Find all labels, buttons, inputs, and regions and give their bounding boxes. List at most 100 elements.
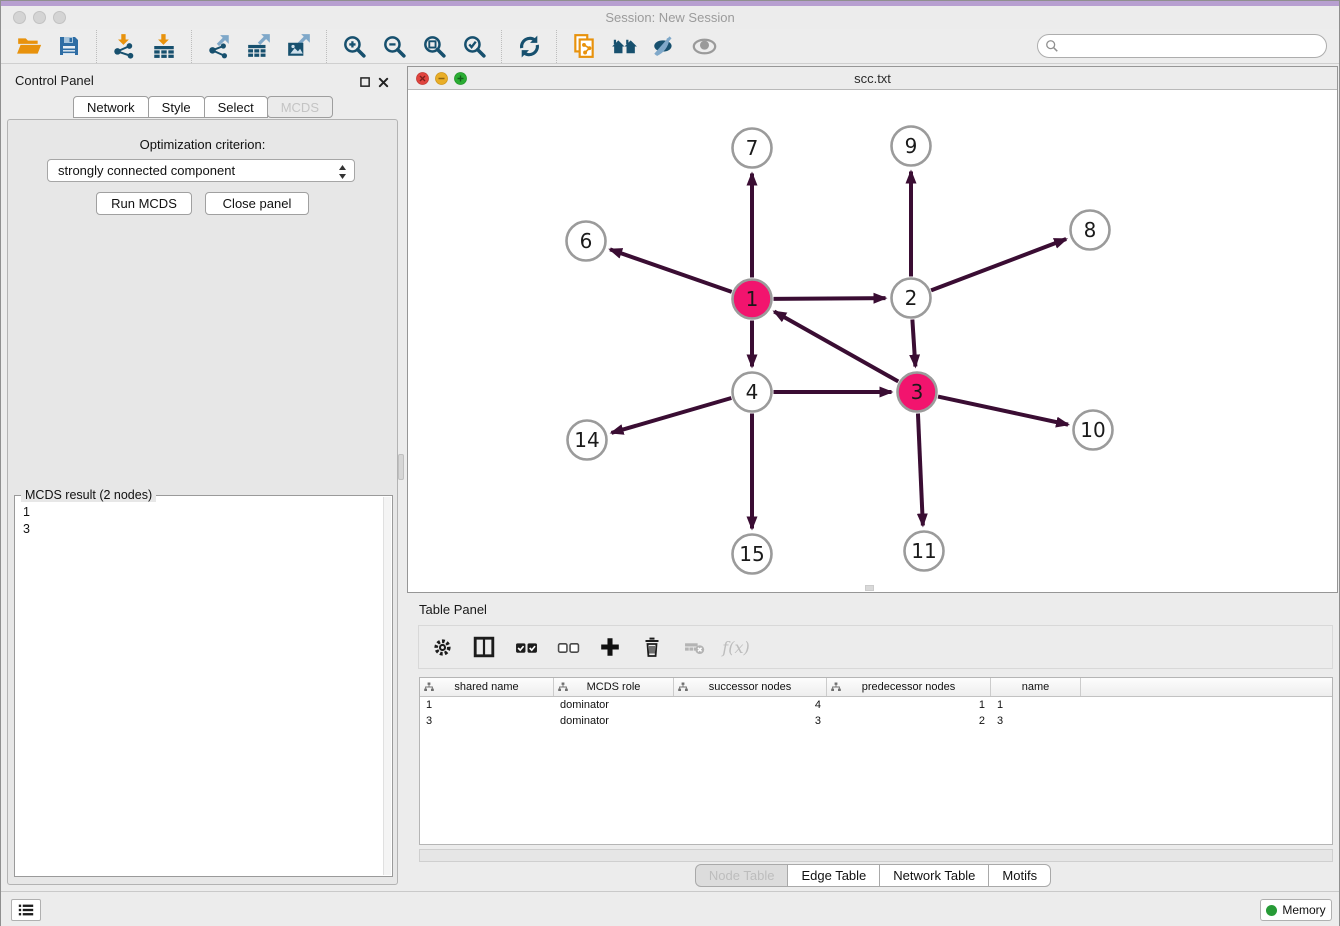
birds-eye-view-icon[interactable] xyxy=(684,31,724,61)
tab-style[interactable]: Style xyxy=(148,96,205,118)
table-cell[interactable]: 3 xyxy=(420,713,554,729)
search-input[interactable] xyxy=(1037,34,1327,58)
canvas-scrollbar-thumb[interactable] xyxy=(865,585,874,591)
graph-edge-4-14[interactable] xyxy=(611,398,731,433)
open-session-icon[interactable] xyxy=(9,31,49,61)
mcds-result-item: 1 xyxy=(23,504,376,521)
tab-mcds[interactable]: MCDS xyxy=(267,96,333,118)
table-hscrollbar[interactable] xyxy=(419,849,1333,862)
float-panel-icon[interactable] xyxy=(360,75,371,93)
zoom-fit-icon[interactable] xyxy=(414,31,454,61)
optimization-criterion-dropdown[interactable]: strongly connected component xyxy=(47,159,355,182)
deselect-all-checks-icon[interactable] xyxy=(555,634,581,660)
table-cell[interactable]: 3 xyxy=(991,713,1081,729)
graph-node-3[interactable]: 3 xyxy=(898,373,937,412)
function-builder-icon[interactable]: f(x) xyxy=(723,634,749,660)
hide-graphics-details-icon[interactable] xyxy=(644,31,684,61)
mcds-result-scrollbar[interactable] xyxy=(383,497,391,875)
select-all-checks-icon[interactable] xyxy=(513,634,539,660)
graph-edge-2-8[interactable] xyxy=(931,239,1066,290)
delete-row-icon[interactable] xyxy=(639,634,665,660)
table-row[interactable]: 1dominator411 xyxy=(420,697,1332,713)
column-sort-icon[interactable] xyxy=(678,682,688,695)
graph-node-1[interactable]: 1 xyxy=(733,280,772,319)
graph-edge-3-10[interactable] xyxy=(938,397,1068,425)
graph-node-2[interactable]: 2 xyxy=(892,279,931,318)
tab-select[interactable]: Select xyxy=(204,96,268,118)
show-columns-icon[interactable] xyxy=(471,634,497,660)
column-sort-icon[interactable] xyxy=(558,682,568,695)
network-overview-icon[interactable] xyxy=(604,31,644,61)
graph-edge-3-1[interactable] xyxy=(774,312,898,382)
refresh-layout-icon[interactable] xyxy=(509,31,549,61)
import-table-icon[interactable] xyxy=(144,31,184,61)
export-table-icon[interactable] xyxy=(239,31,279,61)
column-header-predecessor-nodes[interactable]: predecessor nodes xyxy=(827,678,991,696)
export-network-icon[interactable] xyxy=(199,31,239,61)
graph-edge-1-6[interactable] xyxy=(610,249,732,291)
graph-edge-3-11[interactable] xyxy=(918,413,923,525)
export-image-icon[interactable] xyxy=(279,31,319,61)
column-sort-icon[interactable] xyxy=(424,682,434,695)
column-header-successor-nodes[interactable]: successor nodes xyxy=(674,678,827,696)
network-graph: 7 9 6 8 1 2 4 3 14 10 15 11 xyxy=(408,90,1337,592)
tab-motifs[interactable]: Motifs xyxy=(988,864,1051,887)
network-view-titlebar[interactable]: scc.txt xyxy=(408,67,1337,90)
table-cell[interactable]: 4 xyxy=(674,697,827,713)
column-label: name xyxy=(1022,681,1050,693)
column-header-MCDS-role[interactable]: MCDS role xyxy=(554,678,674,696)
column-header-name[interactable]: name xyxy=(991,678,1081,696)
zoom-in-icon[interactable] xyxy=(334,31,374,61)
close-panel-button[interactable]: Close panel xyxy=(205,192,309,215)
graph-edge-1-2[interactable] xyxy=(773,298,885,299)
tab-edge-table[interactable]: Edge Table xyxy=(787,864,880,887)
app-window: Session: New Session xyxy=(0,0,1340,926)
settings-gear-icon[interactable] xyxy=(429,634,455,660)
task-history-button[interactable] xyxy=(11,899,41,921)
add-row-icon[interactable] xyxy=(597,634,623,660)
table-cell[interactable]: dominator xyxy=(554,697,674,713)
import-network-icon[interactable] xyxy=(104,31,144,61)
delete-table-icon[interactable] xyxy=(681,634,707,660)
table-cell[interactable]: 2 xyxy=(827,713,991,729)
tab-network-table[interactable]: Network Table xyxy=(879,864,989,887)
run-mcds-button[interactable]: Run MCDS xyxy=(96,192,192,215)
network-canvas[interactable]: 7 9 6 8 1 2 4 3 14 10 15 11 xyxy=(408,90,1337,592)
memory-status-icon xyxy=(1266,905,1277,916)
status-bar: Memory xyxy=(1,891,1339,926)
search-field[interactable] xyxy=(1037,34,1327,58)
graph-node-15[interactable]: 15 xyxy=(733,535,772,574)
panel-splitter-handle[interactable] xyxy=(398,454,404,480)
graph-node-14[interactable]: 14 xyxy=(568,421,607,460)
table-panel: Table Panel xyxy=(407,596,1338,889)
mcds-panel: Optimization criterion: strongly connect… xyxy=(7,119,398,885)
table-cell[interactable]: dominator xyxy=(554,713,674,729)
network-view-window: scc.txt 7 9 6 8 1 2 4 3 14 10 15 11 xyxy=(407,66,1338,593)
mcds-result-list[interactable]: 13 xyxy=(17,500,382,874)
graph-node-9[interactable]: 9 xyxy=(892,127,931,166)
graph-node-10[interactable]: 10 xyxy=(1074,411,1113,450)
tab-node-table[interactable]: Node Table xyxy=(695,864,789,887)
table-row[interactable]: 3dominator323 xyxy=(420,713,1332,729)
graph-node-6[interactable]: 6 xyxy=(567,222,606,261)
graph-node-8[interactable]: 8 xyxy=(1071,211,1110,250)
table-cell[interactable]: 1 xyxy=(991,697,1081,713)
duplicate-network-icon[interactable] xyxy=(564,31,604,61)
column-header-shared-name[interactable]: shared name xyxy=(420,678,554,696)
column-sort-icon[interactable] xyxy=(831,682,841,695)
graph-node-11[interactable]: 11 xyxy=(905,532,944,571)
table-cell[interactable]: 1 xyxy=(420,697,554,713)
titlebar[interactable]: Session: New Session xyxy=(1,6,1339,29)
zoom-selected-icon[interactable] xyxy=(454,31,494,61)
zoom-out-icon[interactable] xyxy=(374,31,414,61)
graph-edge-2-3[interactable] xyxy=(912,319,915,366)
graph-node-4[interactable]: 4 xyxy=(733,373,772,412)
table-cell[interactable]: 3 xyxy=(674,713,827,729)
table-cell[interactable]: 1 xyxy=(827,697,991,713)
save-session-icon[interactable] xyxy=(49,31,89,61)
tab-network[interactable]: Network xyxy=(73,96,149,118)
memory-button[interactable]: Memory xyxy=(1260,899,1332,921)
graph-node-7[interactable]: 7 xyxy=(733,129,772,168)
node-table[interactable]: shared nameMCDS rolesuccessor nodesprede… xyxy=(419,677,1333,845)
close-panel-icon[interactable] xyxy=(378,75,389,93)
